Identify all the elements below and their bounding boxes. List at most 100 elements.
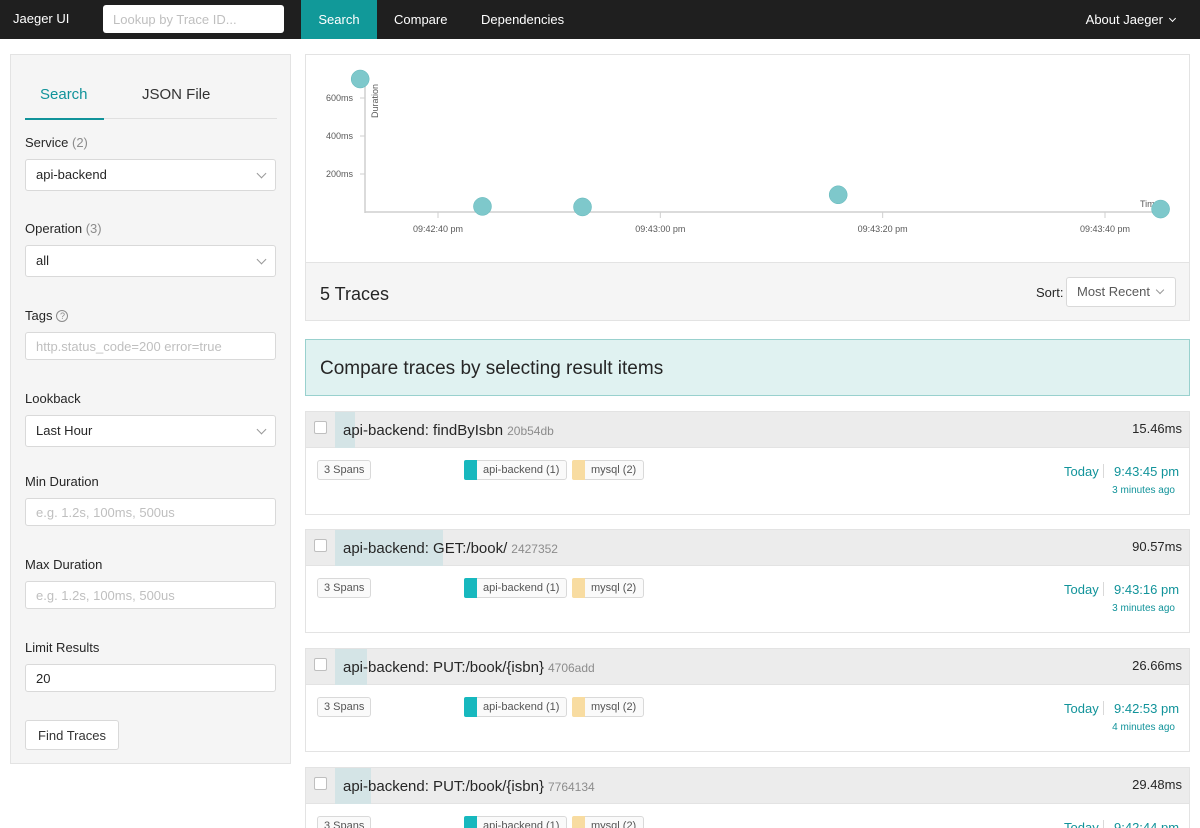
service-color-swatch [572, 816, 585, 828]
trace-relative-time: 4 minutes ago [1112, 722, 1175, 733]
trace-point[interactable] [828, 185, 848, 205]
service-color-swatch [464, 816, 477, 828]
help-icon[interactable]: ? [56, 310, 69, 322]
divider [1103, 464, 1104, 478]
operation-select[interactable]: all [25, 245, 276, 277]
trace-day: Today [1064, 820, 1099, 828]
top-nav: Jaeger UI Search Compare Dependencies Ab… [0, 0, 1200, 39]
trace-header: api-backend: GET:/book/2427352 90.57ms [306, 530, 1189, 566]
scatter-plot: Duration Time 200ms400ms600ms 09:42:40 p… [326, 69, 1170, 234]
service-select[interactable]: api-backend [25, 159, 276, 191]
trace-day: Today [1064, 701, 1099, 716]
trace-time: 9:42:44 pm [1114, 820, 1180, 828]
max-duration-label: Max Duration [25, 557, 103, 572]
service-tag: mysql (2) [572, 460, 645, 480]
trace-select-checkbox[interactable] [314, 539, 327, 552]
service-tag: mysql (2) [572, 816, 645, 828]
about-label: About Jaeger [1085, 12, 1163, 27]
service-label: Service (2) [25, 135, 88, 150]
trace-duration: 29.48ms [1132, 777, 1182, 792]
trace-duration: 15.46ms [1132, 421, 1182, 436]
trace-item[interactable]: api-backend: PUT:/book/{isbn} 7764134 29.… [305, 767, 1190, 828]
y-tick-label: 400ms [326, 131, 354, 141]
y-tick-label: 600ms [326, 93, 354, 103]
service-color-swatch [572, 578, 585, 598]
chevron-down-icon [256, 424, 267, 435]
nav-search[interactable]: Search [301, 0, 377, 39]
tab-json-file[interactable]: JSON File [142, 86, 210, 103]
compare-banner: Compare traces by selecting result items [305, 339, 1190, 396]
trace-select-checkbox[interactable] [314, 777, 327, 790]
trace-point[interactable] [473, 197, 492, 216]
search-panel: Search JSON File Service (2) api-backend… [10, 54, 291, 764]
service-tag: api-backend (1) [464, 578, 568, 598]
brand-logo[interactable]: Jaeger UI [13, 11, 69, 26]
nav-compare[interactable]: Compare [394, 0, 447, 39]
trace-id-lookup-input[interactable] [103, 5, 284, 33]
trace-item[interactable]: api-backend: findByIsbn 20b54db 15.46ms 3… [305, 411, 1190, 515]
min-duration-input[interactable] [25, 498, 276, 526]
span-count-tag: 3 Spans [317, 578, 372, 598]
operation-value: all [36, 253, 50, 268]
trace-time: 9:42:53 pm [1114, 701, 1180, 716]
trace-header: api-backend: findByIsbn 20b54db 15.46ms [306, 412, 1189, 448]
x-tick-label: 09:43:40 pm [1080, 224, 1130, 234]
divider [1103, 701, 1104, 715]
nav-dependencies[interactable]: Dependencies [481, 0, 564, 39]
span-count-tag: 3 Spans [317, 816, 372, 828]
lookback-value: Last Hour [36, 423, 93, 438]
chevron-down-icon [1168, 14, 1177, 23]
trace-item[interactable]: api-backend: PUT:/book/{isbn} 4706add 26.… [305, 648, 1190, 752]
lookback-select[interactable]: Last Hour [25, 415, 276, 447]
about-jaeger-menu[interactable]: About Jaeger [1085, 0, 1177, 39]
span-count-tag: 3 Spans [317, 460, 372, 480]
service-color-swatch [464, 697, 477, 717]
trace-select-checkbox[interactable] [314, 421, 327, 434]
trace-count: 5 Traces [320, 284, 390, 304]
service-tag: mysql (2) [572, 697, 645, 717]
trace-point[interactable] [350, 69, 370, 89]
max-duration-input[interactable] [25, 581, 276, 609]
limit-results-label: Limit Results [25, 640, 100, 655]
limit-results-input[interactable] [25, 664, 276, 692]
trace-id: 20b54db [507, 424, 554, 438]
trace-title[interactable]: api-backend: PUT:/book/{isbn} 4706add [343, 659, 595, 676]
trace-title[interactable]: api-backend: findByIsbn 20b54db [343, 422, 554, 439]
trace-select-checkbox[interactable] [314, 658, 327, 671]
trace-id: 4706add [547, 661, 595, 675]
tab-search[interactable]: Search [40, 86, 88, 103]
trace-point[interactable] [1151, 199, 1170, 219]
trace-relative-time: 3 minutes ago [1112, 485, 1175, 496]
span-count-tag: 3 Spans [317, 697, 372, 717]
results-header: 5 Traces Sort: Most Recent [305, 262, 1190, 321]
y-axis-label: Duration [370, 84, 380, 118]
tags-label: Tags? [25, 308, 69, 323]
trace-title[interactable]: api-backend: PUT:/book/{isbn} 7764134 [343, 778, 595, 795]
trace-relative-time: 3 minutes ago [1112, 603, 1175, 614]
service-value: api-backend [36, 167, 107, 182]
sort-value: Most Recent [1077, 284, 1150, 299]
trace-point[interactable] [573, 197, 592, 217]
y-tick-label: 200ms [326, 169, 354, 179]
service-color-swatch [572, 697, 585, 717]
trace-time: 9:43:45 pm [1114, 464, 1180, 479]
divider [1103, 582, 1104, 596]
tags-input[interactable] [25, 332, 276, 360]
lookback-label: Lookback [25, 391, 81, 406]
sort-select[interactable]: Most Recent [1066, 277, 1176, 307]
chevron-down-icon [1155, 285, 1165, 295]
trace-day: Today [1064, 582, 1099, 597]
service-tag: api-backend (1) [464, 697, 568, 717]
trace-header: api-backend: PUT:/book/{isbn} 7764134 29.… [306, 768, 1189, 804]
trace-title[interactable]: api-backend: GET:/book/2427352 [343, 540, 558, 557]
sort-label: Sort: [1036, 285, 1064, 300]
trace-item[interactable]: api-backend: GET:/book/2427352 90.57ms 3… [305, 529, 1190, 633]
service-tag: mysql (2) [572, 578, 645, 598]
trace-id: 2427352 [511, 542, 558, 556]
service-tag: api-backend (1) [464, 460, 568, 480]
x-tick-label: 09:43:00 pm [635, 224, 685, 234]
find-traces-button[interactable]: Find Traces [25, 720, 119, 750]
service-tag: api-backend (1) [464, 816, 568, 828]
divider [1103, 820, 1104, 828]
service-color-swatch [464, 460, 477, 480]
